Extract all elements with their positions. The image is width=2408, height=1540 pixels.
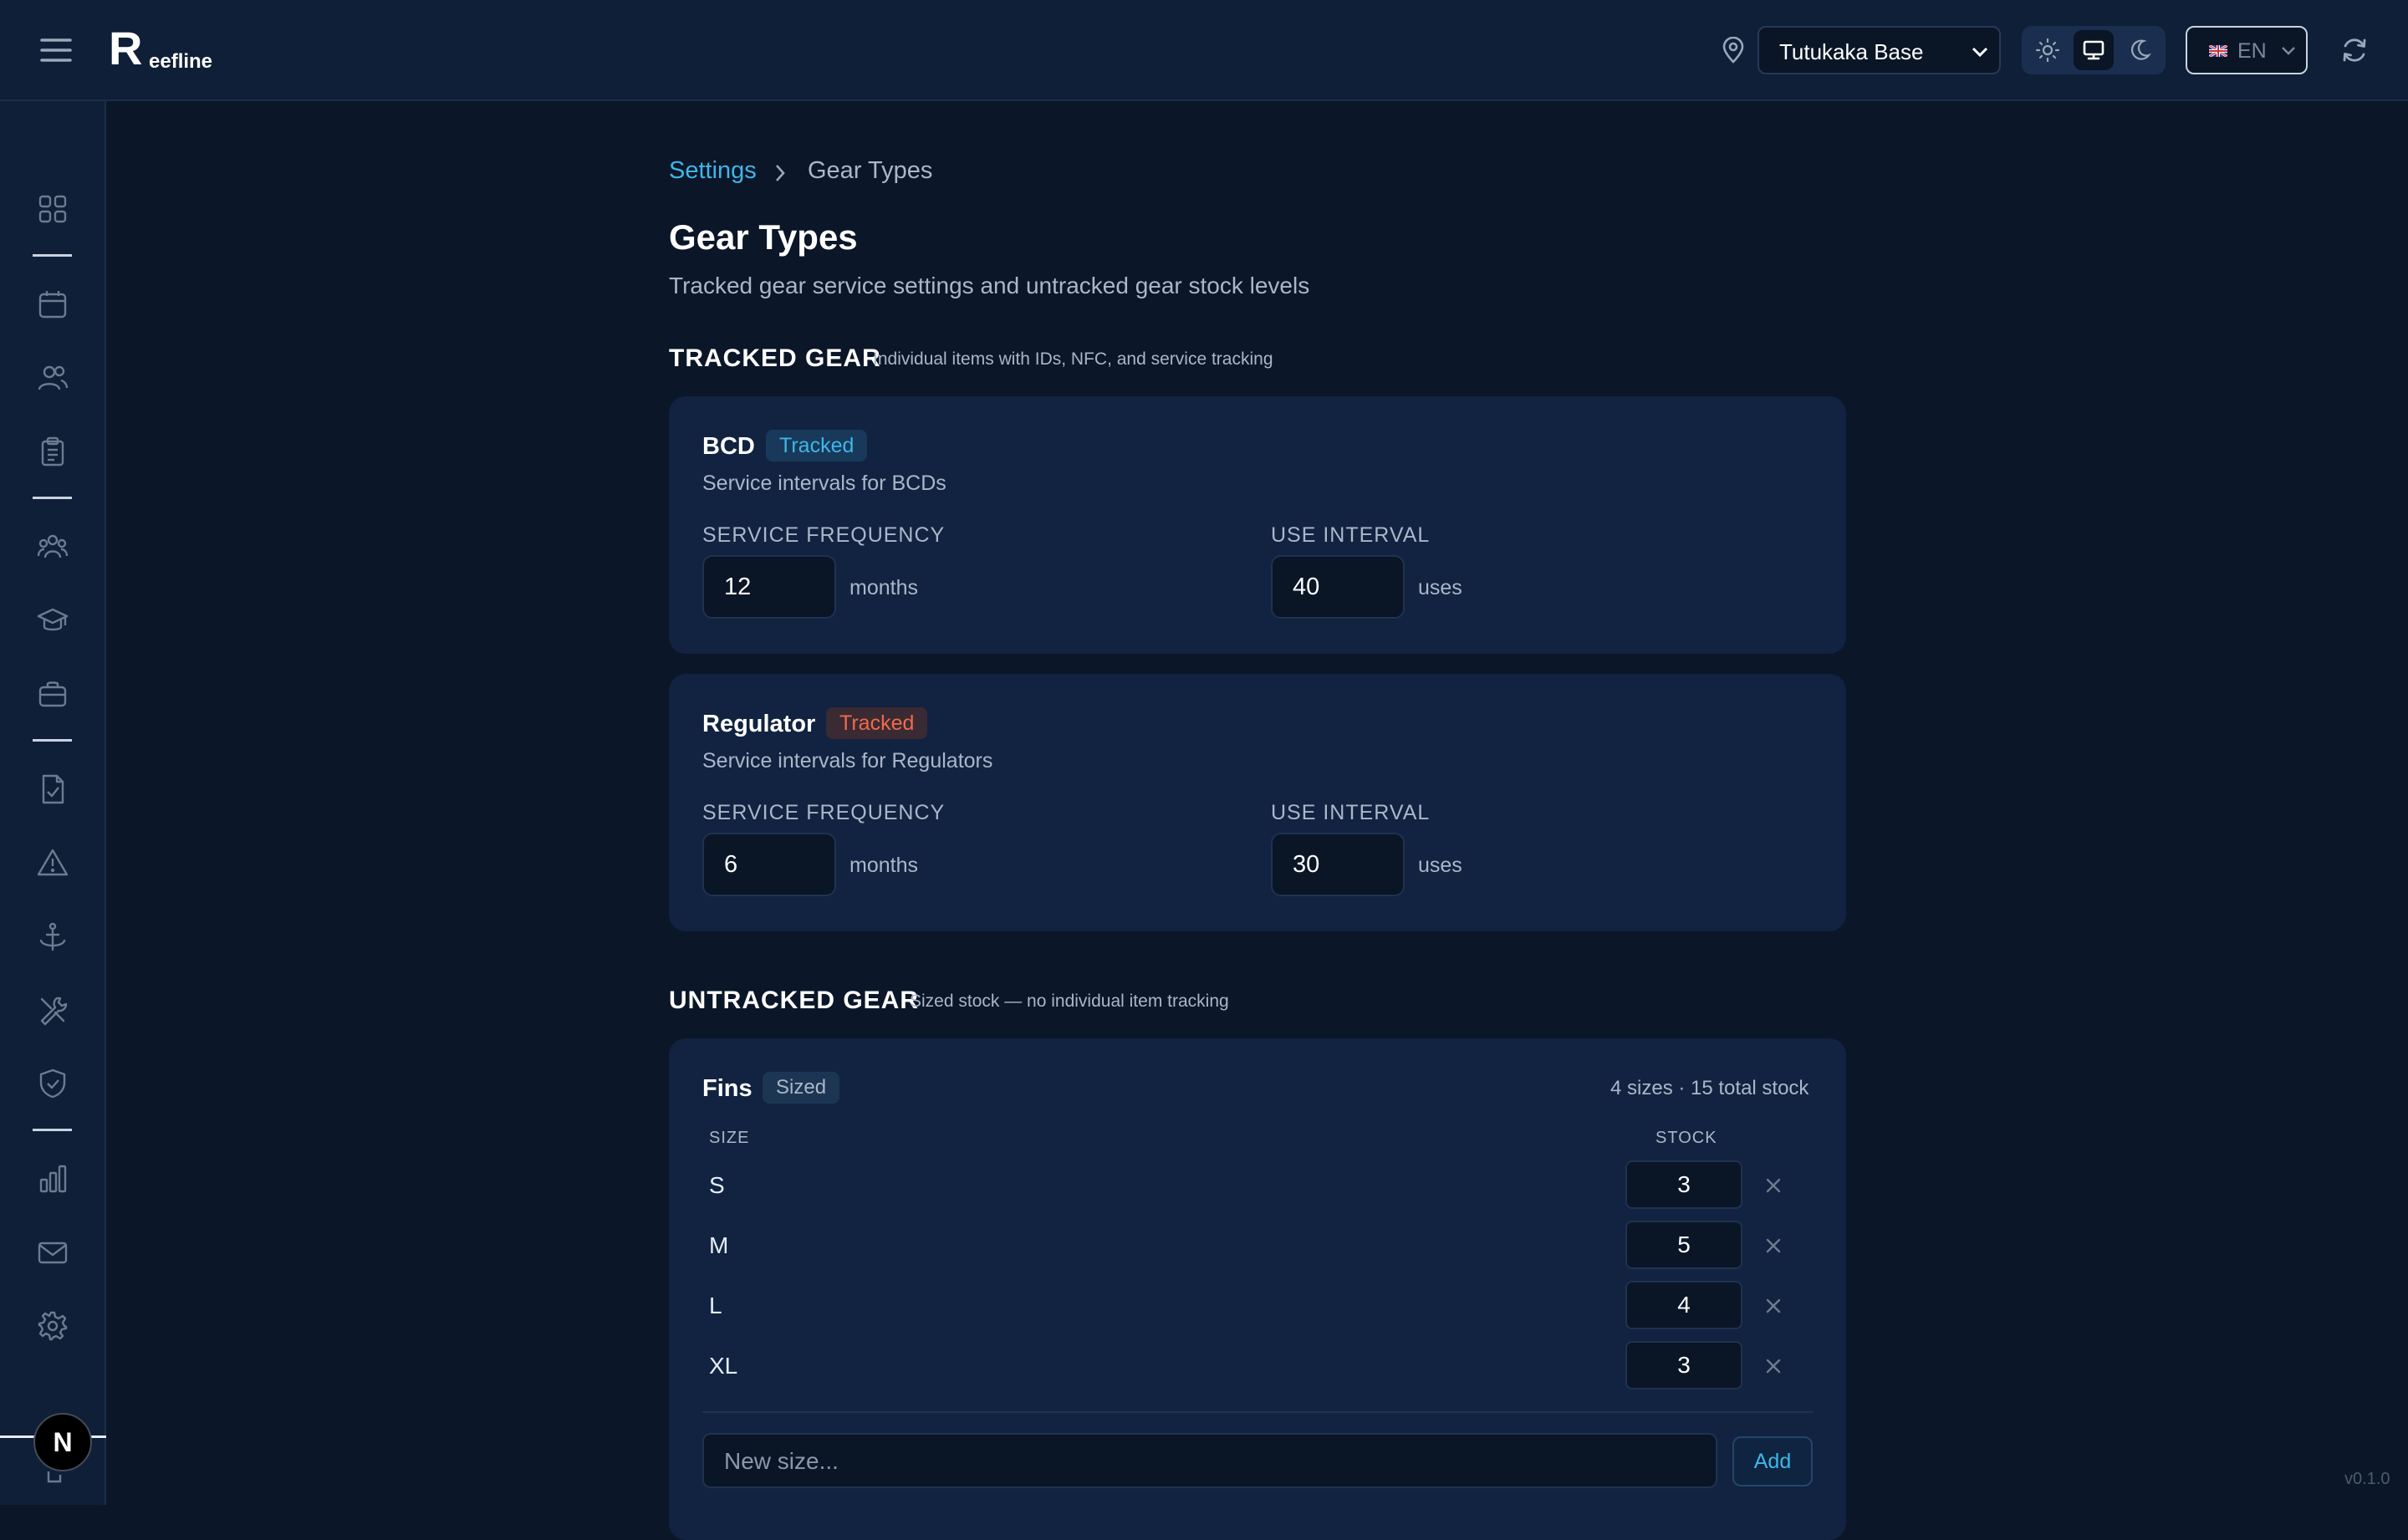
gear-name: BCD: [702, 433, 755, 460]
divider: [702, 1411, 1813, 1413]
warning-icon[interactable]: [37, 847, 69, 879]
use-interval-input[interactable]: 40: [1271, 555, 1405, 619]
close-icon[interactable]: [1764, 1297, 1783, 1315]
moon-icon[interactable]: [2124, 34, 2155, 66]
sidebar-divider: [33, 1129, 72, 1131]
uses-unit: uses: [1418, 576, 1462, 599]
page-subtitle: Tracked gear service settings and untrac…: [669, 273, 1310, 298]
logo-initial: R: [109, 22, 143, 74]
sized-badge: Sized: [763, 1072, 840, 1104]
language-value: EN: [2237, 39, 2267, 63]
tracked-gear-note: Individual items with IDs, NFC, and serv…: [873, 349, 1273, 369]
graduation-cap-icon[interactable]: [37, 604, 69, 636]
language-select[interactable]: EN: [2186, 26, 2308, 74]
stock-column-header: STOCK: [1656, 1129, 1717, 1147]
tracked-gear-heading: TRACKED GEAR: [669, 344, 881, 372]
flag-icon: [2209, 45, 2227, 57]
logout-icon[interactable]: [43, 1460, 65, 1483]
size-label: XL: [709, 1353, 738, 1379]
file-check-icon[interactable]: [37, 773, 69, 805]
months-unit: months: [849, 854, 918, 877]
size-label: L: [709, 1293, 722, 1318]
shield-check-icon[interactable]: [37, 1068, 69, 1099]
sidebar-divider: [33, 497, 72, 499]
stock-summary: 4 sizes · 15 total stock: [1610, 1077, 1809, 1099]
gear-description: Service intervals for Regulators: [702, 749, 993, 773]
dashboard-icon[interactable]: [37, 193, 69, 225]
gear-name: Regulator: [702, 711, 816, 737]
new-size-input[interactable]: New size...: [702, 1433, 1717, 1488]
menu-icon[interactable]: [40, 37, 72, 64]
bcd-card: BCD Tracked Service intervals for BCDs S…: [669, 396, 1846, 654]
new-size-placeholder: New size...: [724, 1448, 839, 1474]
use-interval-input[interactable]: 30: [1271, 833, 1405, 896]
tracked-badge: Tracked: [766, 430, 868, 461]
location-pin-icon: [1721, 37, 1746, 64]
gear-name: Fins: [702, 1075, 752, 1102]
untracked-gear-note: Sized stock — no individual item trackin…: [910, 992, 1229, 1011]
sidebar: [0, 101, 106, 1505]
close-icon[interactable]: [1764, 1176, 1783, 1195]
version-label: v0.1.0: [2344, 1470, 2390, 1488]
dev-badge-letter: N: [53, 1427, 73, 1457]
bar-chart-icon[interactable]: [37, 1163, 69, 1195]
stock-input[interactable]: 4: [1625, 1281, 1742, 1329]
add-size-button[interactable]: Add: [1732, 1436, 1813, 1486]
use-interval-label: USE INTERVAL: [1271, 523, 1431, 547]
use-interval-label: USE INTERVAL: [1271, 801, 1431, 824]
anchor-icon[interactable]: [37, 920, 69, 952]
tools-icon[interactable]: [37, 994, 69, 1026]
page-title: Gear Types: [669, 217, 858, 257]
team-icon[interactable]: [37, 531, 69, 563]
stock-input[interactable]: 3: [1625, 1341, 1742, 1390]
gear-description: Service intervals for BCDs: [702, 472, 946, 495]
untracked-gear-heading: UNTRACKED GEAR: [669, 987, 919, 1014]
chevron-down-icon: [1972, 47, 1988, 58]
service-frequency-label: SERVICE FREQUENCY: [702, 801, 946, 824]
top-bar: R eefline Tutukaka Base EN: [0, 0, 2408, 101]
add-label: Add: [1753, 1450, 1792, 1473]
size-column-header: SIZE: [709, 1129, 750, 1147]
size-label: M: [709, 1232, 729, 1258]
tracked-badge: Tracked: [826, 707, 928, 739]
uses-unit: uses: [1418, 854, 1462, 877]
months-unit: months: [849, 576, 918, 599]
sidebar-divider: [33, 739, 72, 742]
service-frequency-input[interactable]: 6: [702, 833, 836, 896]
theme-switcher: [2022, 26, 2166, 74]
gear-icon[interactable]: [37, 1310, 69, 1342]
size-label: S: [709, 1172, 725, 1198]
location-select[interactable]: Tutukaka Base: [1758, 26, 2001, 74]
close-icon[interactable]: [1764, 1357, 1783, 1375]
monitor-icon[interactable]: [2074, 30, 2114, 70]
breadcrumb-settings-link[interactable]: Settings: [669, 157, 757, 185]
clipboard-icon[interactable]: [37, 436, 69, 467]
stock-input[interactable]: 3: [1625, 1160, 1742, 1209]
chevron-right-icon: [776, 165, 785, 181]
users-icon[interactable]: [37, 362, 69, 394]
chevron-down-icon: [2282, 47, 2295, 55]
service-frequency-input[interactable]: 12: [702, 555, 836, 619]
stock-input[interactable]: 5: [1625, 1221, 1742, 1269]
location-value: Tutukaka Base: [1779, 39, 1924, 64]
service-frequency-label: SERVICE FREQUENCY: [702, 523, 946, 547]
close-icon[interactable]: [1764, 1237, 1783, 1255]
refresh-icon[interactable]: [2338, 33, 2371, 67]
breadcrumb-current: Gear Types: [808, 157, 933, 184]
logo-wordmark: eefline: [149, 50, 213, 73]
briefcase-icon[interactable]: [37, 678, 69, 710]
mail-icon[interactable]: [37, 1237, 69, 1268]
sidebar-divider: [33, 254, 72, 257]
calendar-icon[interactable]: [37, 288, 69, 320]
sun-icon[interactable]: [2032, 34, 2064, 66]
regulator-card: Regulator Tracked Service intervals for …: [669, 674, 1846, 931]
